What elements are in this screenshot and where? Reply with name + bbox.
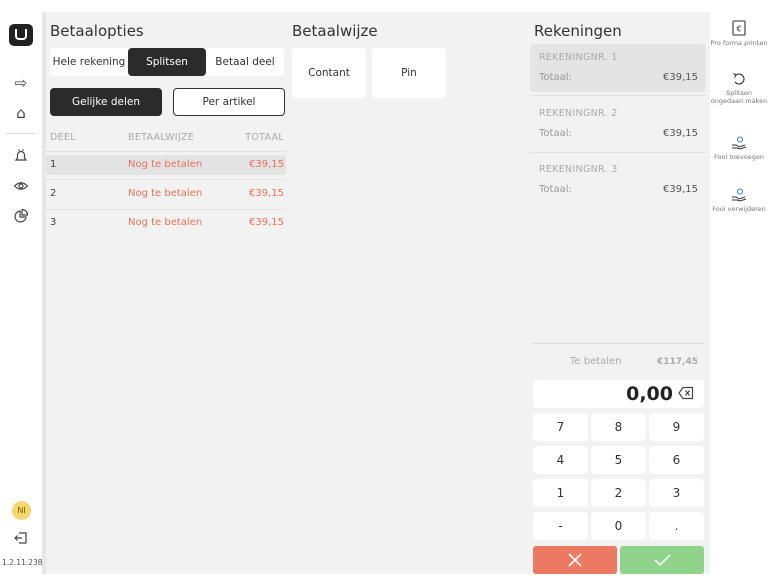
rekeningen-title: Rekeningen (534, 22, 622, 40)
pie-chart-icon[interactable] (0, 208, 42, 228)
row-totaal: €39,15 (249, 159, 284, 170)
key-3[interactable]: 3 (649, 479, 704, 507)
betaalwijze-title: Betaalwijze (292, 22, 378, 40)
tab-hele-rekening[interactable]: Hele rekening (50, 48, 128, 76)
key-0[interactable]: 0 (591, 512, 646, 540)
key-9[interactable]: 9 (649, 413, 704, 441)
account-total-label: Totaal: (539, 72, 572, 83)
contant-button[interactable]: Contant (292, 48, 366, 98)
amount-display[interactable]: 0,00 (533, 380, 704, 408)
tip-hand-icon (732, 188, 747, 202)
tab-betaal-deel[interactable]: Betaal deel (206, 48, 284, 76)
account-item[interactable]: REKENINGNR. 1 Totaal: €39,15 (530, 44, 706, 92)
confirm-button[interactable] (620, 546, 704, 574)
row-divider (46, 151, 286, 152)
amount-display-value: 0,00 (626, 383, 673, 405)
col-header-betaalwijze: BETAALWIJZE (128, 132, 195, 143)
payment-option-tabs: Hele rekening Splitsen Betaal deel (50, 48, 284, 76)
te-betalen-amount: €117,45 (657, 357, 698, 367)
remove-tip-action[interactable]: Fooi verwijderen (710, 188, 768, 213)
key-1[interactable]: 1 (533, 479, 588, 507)
transfer-arrow-icon[interactable]: ⇨ (0, 74, 42, 92)
tab-splitsen[interactable]: Splitsen (128, 48, 206, 76)
key-6[interactable]: 6 (649, 446, 704, 474)
row-totaal: €39,15 (249, 188, 284, 199)
action-label: Fooi verwijderen (712, 205, 766, 213)
key-minus[interactable]: - (533, 512, 588, 540)
row-totaal: €39,15 (249, 217, 284, 228)
gelijke-delen-button[interactable]: Gelijke delen (50, 88, 162, 116)
table-row[interactable]: 3 Nog te betalen €39,15 (46, 213, 286, 233)
close-icon (568, 553, 582, 567)
cancel-button[interactable] (533, 546, 617, 574)
home-icon[interactable]: ⌂ (0, 104, 42, 122)
key-7[interactable]: 7 (533, 413, 588, 441)
row-deel: 2 (50, 188, 57, 199)
key-2[interactable]: 2 (591, 479, 646, 507)
row-betaalwijze: Nog te betalen (128, 188, 203, 199)
account-item[interactable]: REKENINGNR. 2 Totaal: €39,15 (530, 100, 706, 148)
version-label: 1.2.11.238 (2, 558, 43, 567)
account-divider (530, 152, 706, 153)
col-header-deel: DEEL (50, 132, 76, 143)
backspace-icon[interactable] (678, 386, 694, 400)
action-label: Fooi toevoegen (714, 153, 764, 161)
account-number: REKENINGNR. 3 (539, 164, 618, 175)
svg-text:€: € (736, 25, 741, 34)
bell-icon[interactable] (0, 148, 42, 168)
account-total-label: Totaal: (539, 184, 572, 195)
app-logo-icon (9, 24, 33, 46)
account-total-label: Totaal: (539, 128, 572, 139)
logout-icon[interactable] (0, 530, 42, 550)
account-number: REKENINGNR. 2 (539, 108, 618, 119)
user-avatar[interactable]: NI (12, 501, 31, 520)
table-row[interactable]: 1 Nog te betalen €39,15 (46, 155, 286, 175)
row-divider (46, 179, 286, 180)
undo-icon (733, 73, 745, 85)
row-betaalwijze: Nog te betalen (128, 159, 203, 170)
account-total-amount: €39,15 (663, 128, 698, 139)
account-divider (530, 95, 706, 96)
account-total-amount: €39,15 (663, 184, 698, 195)
row-divider (46, 209, 286, 210)
pro-forma-print-action[interactable]: € Pro forma printen (710, 20, 768, 47)
add-tip-action[interactable]: Fooi toevoegen (710, 136, 768, 161)
row-deel: 3 (50, 217, 57, 228)
account-item[interactable]: REKENINGNR. 3 Totaal: €39,15 (530, 156, 706, 204)
main-panel: Betaalopties Hele rekening Splitsen Beta… (42, 12, 710, 574)
row-betaalwijze: Nog te betalen (128, 217, 203, 228)
row-deel: 1 (50, 159, 57, 170)
action-label: Pro forma printen (710, 39, 768, 47)
euro-receipt-icon: € (732, 20, 746, 36)
rail-divider (6, 133, 36, 134)
eye-icon[interactable] (0, 178, 42, 198)
account-total-amount: €39,15 (663, 72, 698, 83)
right-rail: € Pro forma printen Splitsen ongedaan ma… (710, 0, 768, 586)
action-label: Splitsen ongedaan maken (710, 89, 768, 105)
col-header-totaal: TOTAAL (245, 132, 284, 143)
key-5[interactable]: 5 (591, 446, 646, 474)
tip-hand-icon (732, 136, 747, 150)
check-icon (654, 554, 671, 567)
key-decimal[interactable]: . (649, 512, 704, 540)
key-4[interactable]: 4 (533, 446, 588, 474)
per-artikel-button[interactable]: Per artikel (173, 88, 285, 116)
undo-split-action[interactable]: Splitsen ongedaan maken (710, 72, 768, 105)
pin-button[interactable]: Pin (372, 48, 446, 98)
betaalopties-title: Betaalopties (50, 22, 144, 40)
key-8[interactable]: 8 (591, 413, 646, 441)
te-betalen-divider (532, 343, 704, 344)
te-betalen-label: Te betalen (570, 356, 622, 367)
account-number: REKENINGNR. 1 (539, 52, 618, 63)
table-row[interactable]: 2 Nog te betalen €39,15 (46, 184, 286, 204)
left-rail: ⇨ ⌂ NI 1.2.11.238 (0, 0, 43, 586)
